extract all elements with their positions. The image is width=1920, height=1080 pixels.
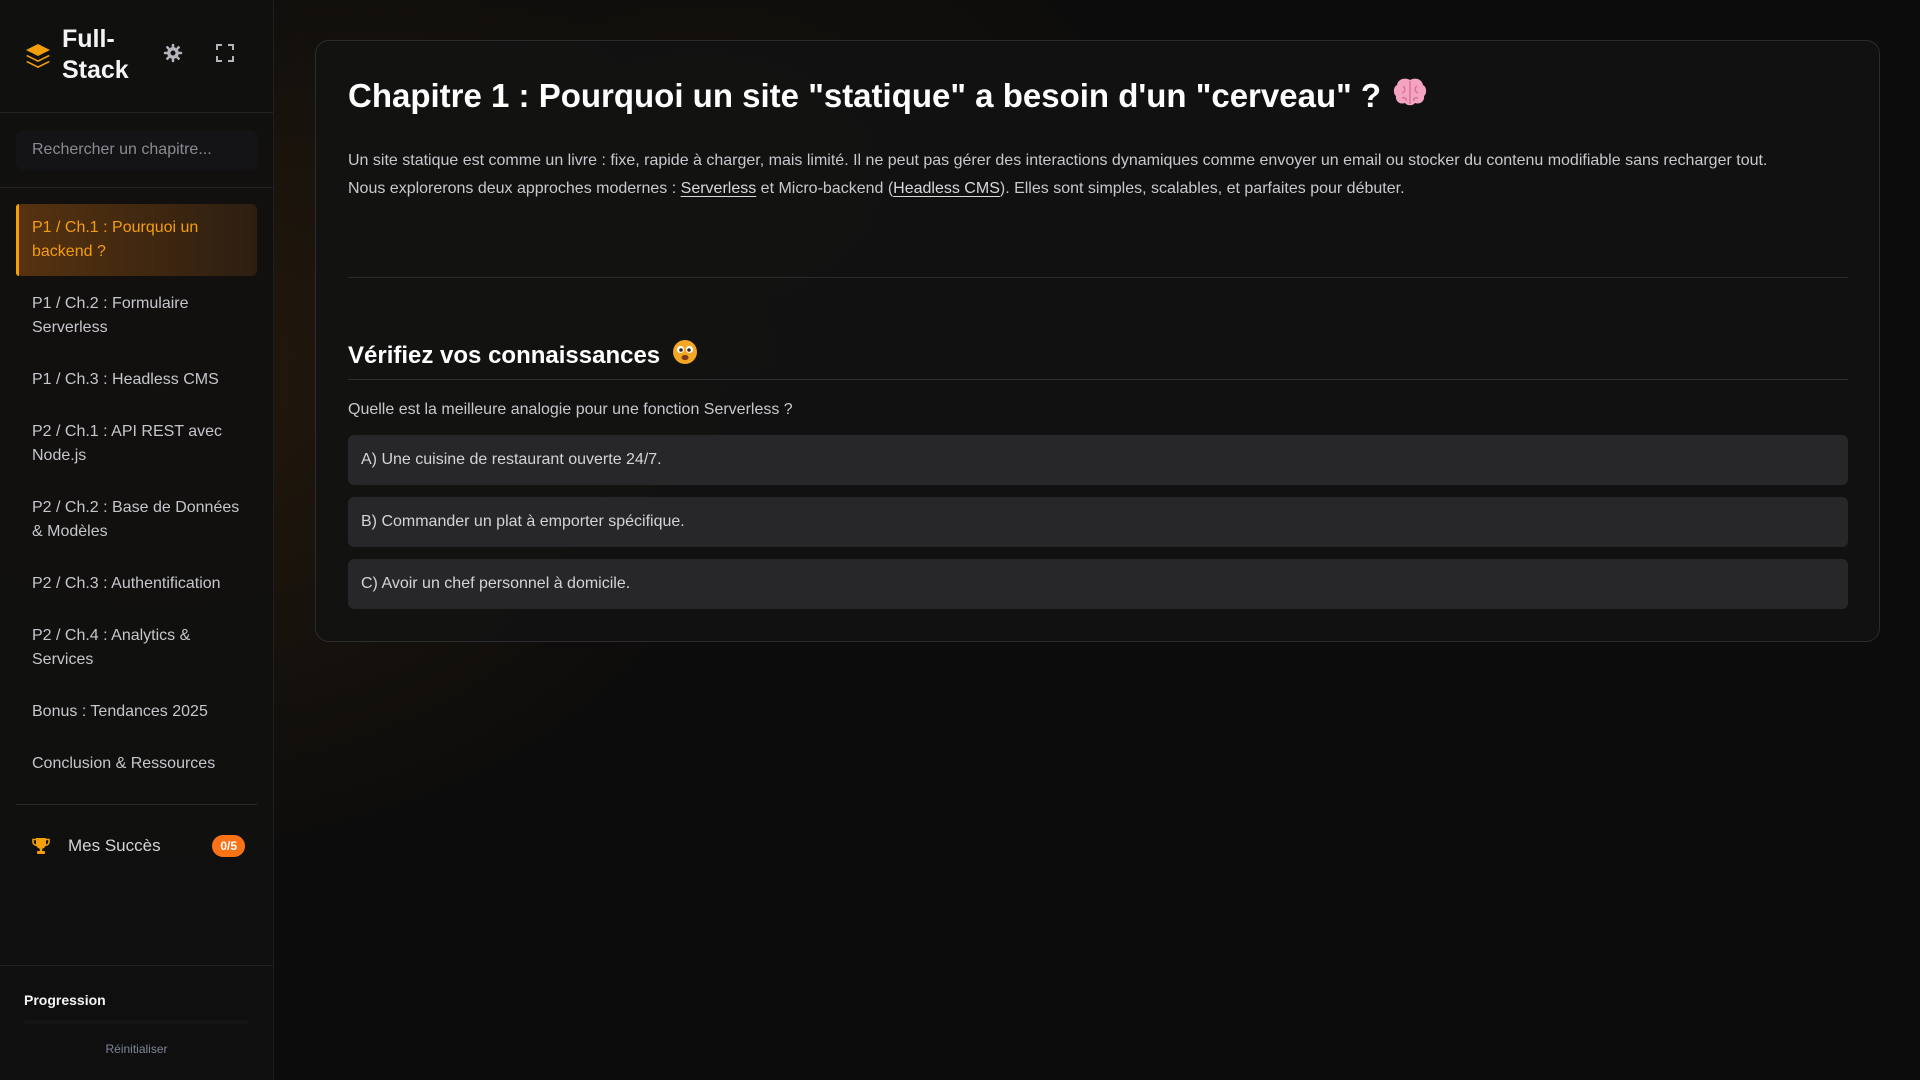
quiz-options: A) Une cuisine de restaurant ouverte 24/… — [348, 435, 1848, 621]
chapter-nav: P1 / Ch.1 : Pourquoi un backend ? P1 / C… — [16, 204, 257, 792]
achievements-button[interactable]: Mes Succès 0/5 — [16, 826, 257, 866]
headless-cms-link[interactable]: Headless CMS — [893, 180, 1000, 197]
search-input[interactable] — [16, 130, 258, 170]
sidebar-item-p1-ch1[interactable]: P1 / Ch.1 : Pourquoi un backend ? — [16, 204, 257, 276]
sidebar-item-p1-ch2[interactable]: P1 / Ch.2 : Formulaire Serverless — [16, 280, 257, 352]
divider — [0, 187, 273, 188]
trophy-icon — [31, 836, 51, 856]
fullscreen-button[interactable] — [212, 42, 238, 68]
thinking-face-icon — [672, 339, 698, 372]
gear-icon — [163, 43, 183, 68]
quiz-title-text: Vérifiez vos connaissances — [348, 341, 661, 369]
brain-icon — [1393, 77, 1427, 115]
app-title: Full-Stack — [62, 25, 129, 84]
intro-text: ). Elles sont simples, scalables, et par… — [999, 180, 1405, 197]
sidebar-item-bonus[interactable]: Bonus : Tendances 2025 — [16, 688, 257, 736]
sidebar-item-conclusion[interactable]: Conclusion & Ressources — [16, 740, 257, 788]
sidebar: Full-Stack Rechercher un chapitre... P1 … — [0, 0, 274, 1080]
sidebar-footer: Progression Réinitialiser — [0, 965, 273, 1080]
chapter-title-text: Chapitre 1 : Pourquoi un site "statique"… — [348, 77, 1382, 114]
fullscreen-icon — [216, 43, 234, 67]
divider — [348, 277, 1848, 278]
quiz-option-a[interactable]: A) Une cuisine de restaurant ouverte 24/… — [348, 435, 1848, 485]
divider — [348, 379, 1848, 380]
layers-icon — [24, 42, 52, 70]
progress-label: Progression — [24, 992, 106, 1008]
app-root: Full-Stack Rechercher un chapitre... P1 … — [0, 0, 1920, 1080]
quiz-option-b[interactable]: B) Commander un plat à emporter spécifiq… — [348, 497, 1848, 547]
sidebar-item-p1-ch3[interactable]: P1 / Ch.3 : Headless CMS — [16, 356, 257, 404]
intro-paragraph-1: Un site statique est comme un livre : fi… — [348, 152, 1768, 169]
divider — [16, 804, 257, 805]
chapter-card: Chapitre 1 : Pourquoi un site "statique"… — [315, 40, 1880, 642]
chapter-intro: Un site statique est comme un livre : fi… — [348, 147, 1848, 203]
sidebar-item-p2-ch3[interactable]: P2 / Ch.3 : Authentification — [16, 560, 257, 608]
search-box — [16, 130, 258, 170]
page-title: Chapitre 1 : Pourquoi un site "statique"… — [348, 77, 1427, 115]
intro-paragraph-2: Nous explorerons deux approches modernes… — [348, 175, 1848, 203]
intro-text: et Micro-backend ( — [756, 180, 894, 197]
quiz-option-c[interactable]: C) Avoir un chef personnel à domicile. — [348, 559, 1848, 609]
sidebar-item-p2-ch4[interactable]: P2 / Ch.4 : Analytics & Services — [16, 612, 257, 684]
achievements-label: Mes Succès — [68, 836, 161, 855]
progress-bar — [24, 1020, 249, 1024]
sidebar-item-p2-ch1[interactable]: P2 / Ch.1 : API REST avec Node.js — [16, 408, 257, 480]
serverless-link[interactable]: Serverless — [681, 180, 757, 197]
settings-button[interactable] — [160, 42, 186, 68]
sidebar-item-p2-ch2[interactable]: P2 / Ch.2 : Base de Données & Modèles — [16, 484, 257, 556]
quiz-question: Quelle est la meilleure analogie pour un… — [348, 401, 793, 418]
achievements-badge: 0/5 — [212, 835, 245, 857]
sidebar-header: Full-Stack — [0, 0, 273, 113]
reset-button[interactable]: Réinitialiser — [0, 1042, 273, 1056]
quiz-title: Vérifiez vos connaissances — [348, 339, 698, 372]
intro-text: Nous explorerons deux approches modernes… — [348, 180, 681, 197]
